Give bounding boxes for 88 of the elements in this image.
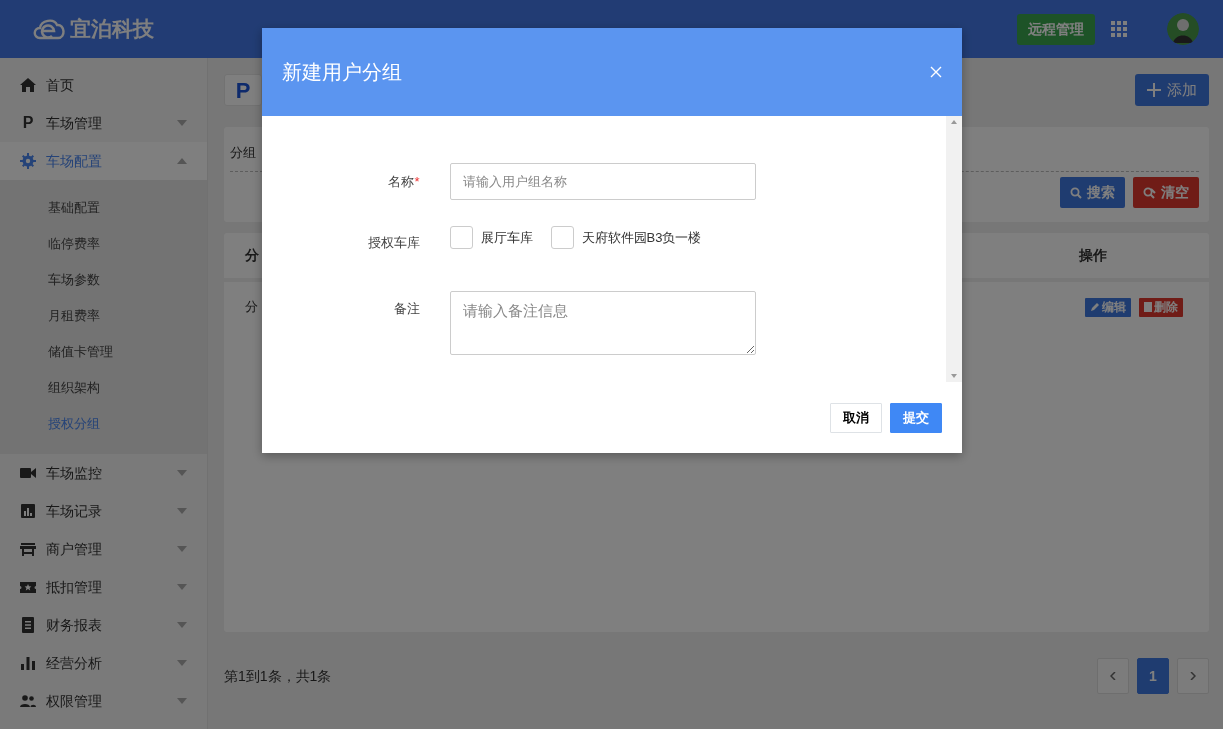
field-label: 备注 (392, 299, 420, 318)
menu-label: 车场配置 (46, 151, 102, 171)
scroll-down-icon[interactable] (950, 374, 957, 378)
add-button[interactable]: 添加 (1135, 74, 1209, 106)
checkbox[interactable] (449, 226, 473, 249)
caret-icon (177, 158, 187, 164)
page-button[interactable]: 1 (1137, 658, 1169, 694)
remote-management-button[interactable]: 远程管理 (1017, 13, 1095, 45)
apps-grid-icon[interactable] (1111, 21, 1127, 37)
chevron-left-icon (1110, 672, 1116, 680)
sidebar-item[interactable]: P 车场管理 (0, 104, 207, 142)
document-list-icon (20, 617, 36, 633)
menu-label: 经营分析 (46, 653, 102, 673)
sidebar-item[interactable]: 经营分析 (0, 644, 207, 682)
menu-label: 车场管理 (46, 113, 102, 133)
caret-icon (177, 584, 187, 590)
submenu-item[interactable]: 储值卡管理 (0, 334, 207, 370)
plus-icon (1147, 83, 1161, 97)
table-cell-text: 分 (245, 298, 258, 317)
menu-label: 抵扣管理 (46, 577, 102, 597)
submenu-item[interactable]: 车场参数 (0, 262, 207, 298)
search-icon (1070, 186, 1082, 199)
edit-button[interactable]: 编辑 (1085, 297, 1131, 317)
home-icon (20, 77, 36, 93)
menu-label: 商户管理 (46, 539, 102, 559)
menu-label: 财务报表 (46, 615, 102, 635)
caret-icon (177, 698, 187, 704)
scrollbar[interactable] (945, 116, 962, 382)
menu-label: 权限管理 (46, 691, 102, 711)
pagination-summary: 第1到1条，共1条 (224, 666, 332, 686)
users-icon (20, 693, 36, 709)
field-label: 授权车库 (366, 234, 420, 252)
submenu-item[interactable]: 临停费率 (0, 226, 207, 262)
column-header: 操作 (1079, 246, 1107, 265)
menu-label: 车场记录 (46, 501, 102, 521)
caret-icon (177, 508, 187, 514)
caret-icon (177, 120, 187, 126)
search-button[interactable]: 搜索 (1060, 177, 1125, 208)
pencil-icon (1090, 302, 1100, 312)
submenu-item[interactable]: 授权分组 (0, 406, 207, 442)
sidebar-item[interactable]: 财务报表 (0, 606, 207, 644)
modal-title: 新建用户分组 (281, 60, 402, 85)
submenu-item[interactable]: 基础配置 (0, 190, 207, 226)
parking-glyph: P (224, 74, 262, 106)
video-camera-icon (20, 465, 36, 481)
field-label: 分组 (230, 144, 256, 161)
logo-text: 宜泊科技 (70, 16, 154, 43)
delete-button[interactable]: 删除 (1139, 297, 1183, 317)
user-avatar[interactable] (1167, 13, 1199, 45)
next-page-button[interactable] (1177, 658, 1209, 694)
chevron-right-icon (1190, 672, 1196, 680)
logo-icon (32, 16, 66, 42)
previous-page-button[interactable] (1097, 658, 1129, 694)
column-header: 分 (245, 246, 259, 265)
checkbox[interactable] (550, 226, 574, 249)
menu-label: 首页 (46, 75, 74, 95)
bar-chart-icon (20, 655, 36, 671)
caret-icon (177, 660, 187, 666)
sidebar-item[interactable]: 车场监控 (0, 454, 207, 492)
gear-icon (20, 153, 36, 169)
store-icon (20, 541, 36, 557)
submenu-item[interactable]: 组织架构 (0, 370, 207, 406)
sidebar-item[interactable]: 首页 (0, 66, 207, 104)
sidebar-item[interactable]: 车场记录 (0, 492, 207, 530)
cancel-button[interactable]: 取消 (829, 402, 882, 433)
scroll-up-icon[interactable] (950, 120, 957, 124)
checkbox-label[interactable]: 天府软件园B3负一楼 (581, 227, 702, 248)
ticket-icon (20, 579, 36, 595)
checkbox-label[interactable]: 展厅车库 (480, 227, 533, 248)
clear-button[interactable]: 清空 (1133, 177, 1199, 208)
menu-label: 车场监控 (46, 463, 102, 483)
field-label: 名称* (387, 173, 420, 191)
name-input[interactable]: 请输入用户组名称 (449, 163, 756, 200)
caret-icon (177, 622, 187, 628)
sidebar-item[interactable]: 车场配置 (0, 142, 207, 180)
sidebar-item[interactable]: 商户管理 (0, 530, 207, 568)
sidebar-item[interactable]: 权限管理 (0, 682, 207, 720)
sidebar-item[interactable]: 抵扣管理 (0, 568, 207, 606)
submenu-item[interactable]: 月租费率 (0, 298, 207, 334)
close-icon[interactable] (929, 66, 942, 78)
clear-search-icon (1143, 186, 1156, 199)
caret-icon (177, 470, 187, 476)
chart-box-icon (20, 503, 36, 519)
trash-icon (1144, 302, 1152, 312)
caret-icon (177, 546, 187, 552)
remark-textarea[interactable]: 请输入备注信息 (449, 290, 756, 355)
parking-glyph: P (21, 113, 35, 133)
submit-button[interactable]: 提交 (889, 402, 942, 433)
